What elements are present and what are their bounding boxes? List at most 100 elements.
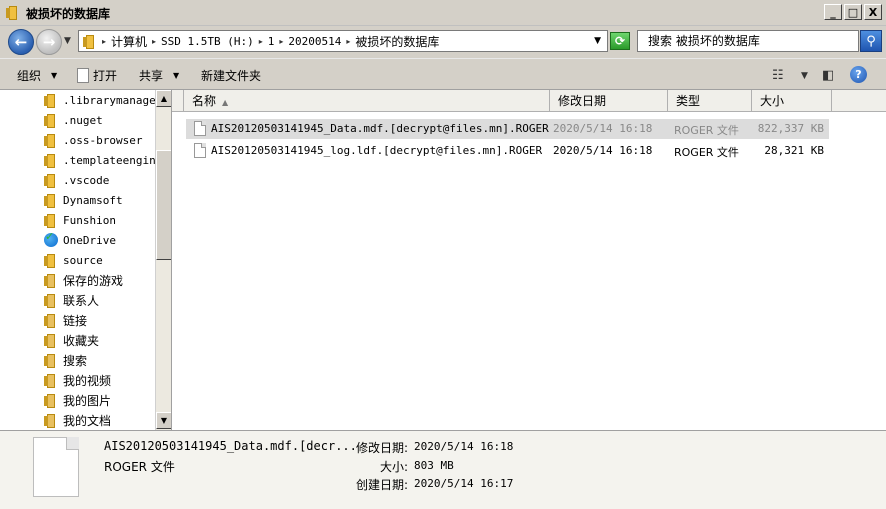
arrow-right-icon: → xyxy=(42,33,56,51)
favorites-icon xyxy=(44,333,58,348)
nav-item-documents[interactable]: 我的文档 xyxy=(44,410,111,430)
column-header-name[interactable]: 名称 ▲ xyxy=(184,90,550,112)
nav-item-videos[interactable]: 我的视频 xyxy=(44,370,111,390)
chevron-right-icon[interactable]: ▸ xyxy=(259,37,263,46)
column-header-label: 名称 xyxy=(192,94,217,108)
nav-item-label: 我的图片 xyxy=(63,393,112,408)
breadcrumb-item[interactable]: 计算机 xyxy=(111,33,147,50)
file-modified: 2020/5/14 16:18 xyxy=(553,122,653,135)
column-header-size[interactable]: 大小 xyxy=(752,90,832,112)
share-button[interactable]: 共享 ▼ xyxy=(139,67,179,84)
nav-item-searches[interactable]: 搜索 xyxy=(44,350,87,370)
recent-pages-dropdown[interactable]: ▼ xyxy=(64,36,71,46)
view-options-icon[interactable]: ☷ xyxy=(772,68,784,83)
refresh-icon: ⟳ xyxy=(614,34,626,48)
folder-icon xyxy=(44,173,58,188)
chevron-down-icon[interactable]: ▼ xyxy=(801,71,808,81)
folder-icon xyxy=(44,193,58,208)
chevron-right-icon[interactable]: ▸ xyxy=(152,37,156,46)
chevron-right-icon[interactable]: ▸ xyxy=(102,37,106,46)
file-thumbnail-icon xyxy=(33,437,79,497)
nav-item-label: .vscode xyxy=(63,173,110,187)
table-row[interactable]: AIS20120503141945_log.ldf.[decrypt@files… xyxy=(186,141,829,161)
preview-pane-icon[interactable]: ◧ xyxy=(822,68,834,83)
nav-item-label: .oss-browser xyxy=(63,133,143,147)
nav-item-label: 保存的游戏 xyxy=(63,273,124,288)
nav-item-nuget[interactable]: .nuget xyxy=(44,110,103,130)
folder-icon xyxy=(44,253,58,268)
file-name: AIS20120503141945_log.ldf.[decrypt@files… xyxy=(211,144,543,157)
onedrive-icon xyxy=(44,230,58,247)
chevron-down-icon: ▼ xyxy=(173,71,180,80)
chevron-right-icon[interactable]: ▸ xyxy=(346,37,350,46)
nav-item-label: 我的文档 xyxy=(63,413,112,428)
file-size: 28,321 KB xyxy=(764,144,824,157)
table-row[interactable]: AIS20120503141945_Data.mdf.[decrypt@file… xyxy=(186,119,829,139)
nav-item-vscode[interactable]: .vscode xyxy=(44,170,109,190)
open-button[interactable]: 打开 xyxy=(77,67,117,84)
nav-item-funshion[interactable]: Funshion xyxy=(44,210,116,230)
window-title: 被损坏的数据库 xyxy=(26,7,111,21)
nav-item-saved-games[interactable]: 保存的游戏 xyxy=(44,270,123,290)
column-header-type[interactable]: 类型 xyxy=(668,90,752,112)
nav-item-label: .librarymanager xyxy=(63,93,163,107)
nav-item-contacts[interactable]: 联系人 xyxy=(44,290,99,310)
help-icon[interactable]: ? xyxy=(850,66,867,83)
links-icon xyxy=(44,313,58,328)
address-bar[interactable]: ▸ 计算机 ▸ SSD 1.5TB (H:) ▸ 1 ▸ 20200514 ▸ … xyxy=(78,30,608,52)
nav-item-onedrive[interactable]: OneDrive xyxy=(44,230,116,250)
column-spacer xyxy=(172,90,184,112)
scroll-up-button[interactable]: ▲ xyxy=(156,90,171,107)
breadcrumb-item[interactable]: 1 xyxy=(268,35,275,48)
details-pane: AIS20120503141945_Data.mdf.[decr... ROGE… xyxy=(0,430,886,509)
back-button[interactable]: ← xyxy=(8,29,34,55)
details-modified-label: 修改日期: xyxy=(355,441,408,455)
chevron-right-icon[interactable]: ▸ xyxy=(279,37,283,46)
column-header-label: 类型 xyxy=(676,94,701,108)
nav-item-oss-browser[interactable]: .oss-browser xyxy=(44,130,142,150)
search-input[interactable]: 搜索 被损坏的数据库 xyxy=(637,30,859,52)
scroll-thumb[interactable] xyxy=(156,150,171,260)
close-button[interactable]: X xyxy=(864,4,882,20)
nav-item-favorites[interactable]: 收藏夹 xyxy=(44,330,99,350)
maximize-button[interactable]: □ xyxy=(844,4,862,20)
chevron-down-icon[interactable]: ▼ xyxy=(594,36,601,46)
nav-item-label: .nuget xyxy=(63,113,103,127)
breadcrumb-item[interactable]: 被损坏的数据库 xyxy=(355,33,439,50)
nav-scrollbar[interactable]: ▲ ▼ xyxy=(155,90,171,430)
folder-icon xyxy=(44,213,58,228)
folder-icon xyxy=(44,153,58,168)
refresh-button[interactable]: ⟳ xyxy=(610,32,630,50)
breadcrumb-item[interactable]: SSD 1.5TB (H:) xyxy=(161,35,254,48)
nav-item-templateengine[interactable]: .templateengine xyxy=(44,150,162,170)
new-folder-button[interactable]: 新建文件夹 xyxy=(201,67,261,84)
minimize-button[interactable]: _ xyxy=(824,4,842,20)
file-name: AIS20120503141945_Data.mdf.[decrypt@file… xyxy=(211,122,549,135)
nav-item-pictures[interactable]: 我的图片 xyxy=(44,390,111,410)
nav-item-label: Dynamsoft xyxy=(63,193,123,207)
nav-item-label: 联系人 xyxy=(63,293,100,308)
nav-item-label: 收藏夹 xyxy=(63,333,100,348)
nav-item-librarymanager[interactable]: .librarymanager xyxy=(44,90,162,110)
organize-label: 组织 xyxy=(17,69,42,83)
scroll-down-button[interactable]: ▼ xyxy=(156,412,171,429)
file-list: 名称 ▲ 修改日期 类型 大小 AIS20120503141945_Data.md… xyxy=(172,90,886,430)
file-modified: 2020/5/14 16:18 xyxy=(553,144,653,157)
document-icon xyxy=(77,68,89,83)
organize-button[interactable]: 组织 ▼ xyxy=(17,67,57,84)
nav-item-dynamsoft[interactable]: Dynamsoft xyxy=(44,190,123,210)
forward-button[interactable]: → xyxy=(36,29,62,55)
folder-icon xyxy=(6,5,20,20)
breadcrumb-item[interactable]: 20200514 xyxy=(288,35,341,48)
nav-item-label: source xyxy=(63,253,103,267)
videos-icon xyxy=(44,373,58,388)
file-size: 822,337 KB xyxy=(757,122,824,135)
nav-item-source[interactable]: source xyxy=(44,250,103,270)
column-header-modified[interactable]: 修改日期 xyxy=(550,90,668,112)
nav-item-links[interactable]: 链接 xyxy=(44,310,87,330)
nav-item-label: .templateengine xyxy=(63,153,163,167)
search-button[interactable]: ⚲ xyxy=(860,30,882,52)
file-type: ROGER 文件 xyxy=(674,124,739,137)
details-filename: AIS20120503141945_Data.mdf.[decr... xyxy=(104,439,357,453)
saved-games-icon xyxy=(44,273,58,288)
